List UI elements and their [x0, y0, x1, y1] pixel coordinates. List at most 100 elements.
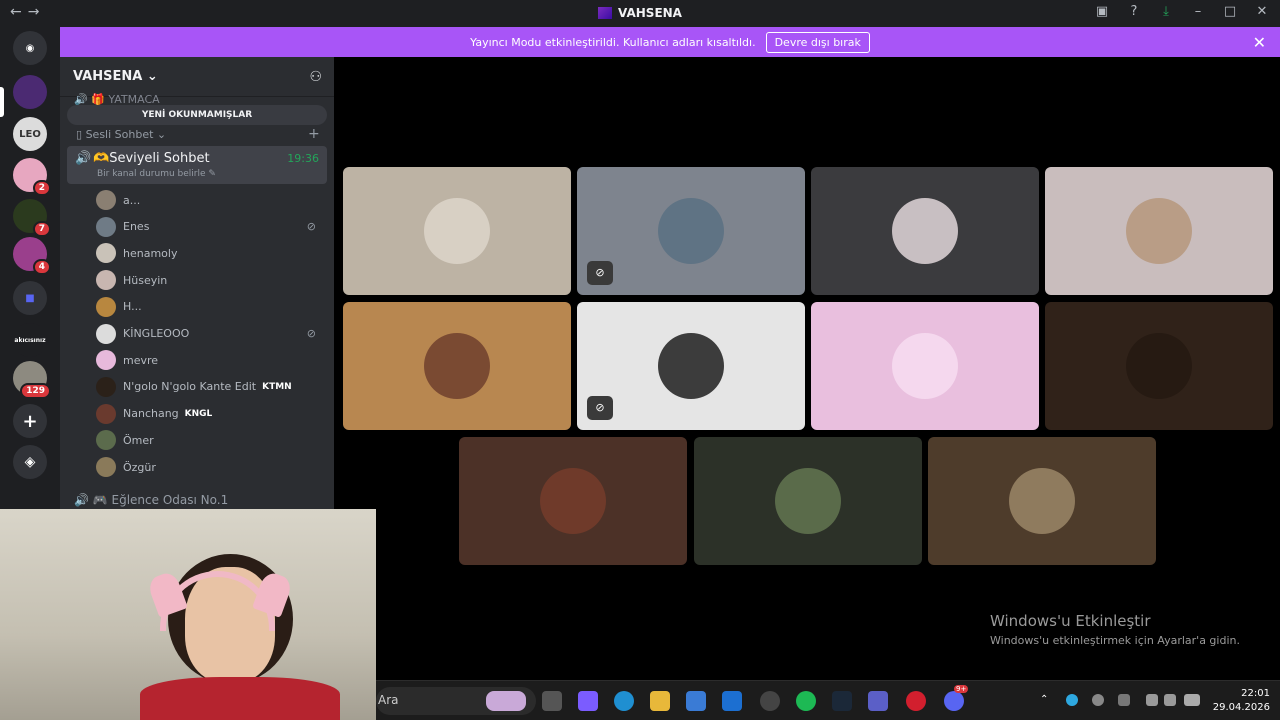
voice-user[interactable]: Hüseyin — [96, 268, 324, 292]
steam-icon[interactable] — [832, 691, 852, 711]
voice-user[interactable]: mevre — [96, 348, 324, 372]
task-view-icon[interactable] — [542, 691, 562, 711]
active-voice-channel[interactable]: 🔊 🫶Seviyeli Sohbet 19:36 Bir kanal durum… — [67, 146, 327, 184]
server-purple[interactable]: 4 — [13, 237, 51, 275]
onedrive-icon[interactable] — [1066, 694, 1078, 706]
participant-tile[interactable] — [811, 302, 1039, 430]
battery-icon[interactable] — [1184, 694, 1200, 706]
voice-user[interactable]: Ömer — [96, 428, 324, 452]
github-icon[interactable] — [760, 691, 780, 711]
voice-user[interactable]: Nanchang KNGL — [96, 402, 324, 426]
avatar — [96, 296, 116, 317]
folder-icon[interactable]: ■ — [13, 281, 47, 315]
voice-user[interactable]: henamoly — [96, 241, 324, 265]
set-status[interactable]: Bir kanal durumu belirle ✎ — [97, 169, 216, 179]
edge-icon[interactable] — [614, 691, 634, 711]
opera-icon[interactable] — [906, 691, 926, 711]
server-leo[interactable]: LEO — [13, 117, 47, 151]
server-anime[interactable]: 2 — [13, 158, 51, 196]
avatar — [658, 333, 724, 399]
spotify-icon[interactable] — [796, 691, 816, 711]
mic-muted-icon: ⊘ — [587, 261, 613, 285]
server-other[interactable]: 129 — [13, 361, 51, 399]
add-channel-icon[interactable]: + — [308, 126, 320, 142]
help-icon[interactable]: ? — [1126, 4, 1142, 19]
copilot-icon[interactable] — [578, 691, 598, 711]
voice-user[interactable]: Özgür — [96, 455, 324, 479]
channel-sidebar: VAHSENA ⌄ ⚇ 🔊 🎁 YATMACA YENİ OKUNMAMIŞLAR… — [60, 57, 334, 512]
discord-badge: 9+ — [954, 685, 969, 693]
mention-badge: 7 — [32, 221, 51, 237]
participant-tile[interactable] — [343, 167, 571, 295]
microphone-icon[interactable] — [1118, 694, 1130, 706]
avatar — [96, 403, 116, 424]
new-unread-pill[interactable]: YENİ OKUNMAMIŞLAR — [67, 105, 327, 125]
participant-tile[interactable] — [928, 437, 1156, 565]
speaker-icon: 🔊 — [75, 151, 92, 166]
avatar — [96, 350, 116, 371]
voice-user[interactable]: Enes ⊘ — [96, 215, 324, 239]
server-plant[interactable]: 7 — [13, 199, 51, 237]
webcam-overlay — [0, 509, 376, 720]
voice-channel[interactable]: 🔊 🎮 Eğlence Odası No.1 — [74, 493, 228, 507]
minimize-icon[interactable]: – — [1190, 4, 1206, 19]
volume-icon[interactable] — [1164, 694, 1176, 706]
selected-pill — [0, 87, 4, 117]
user-name: mevre — [123, 353, 159, 367]
voice-user[interactable]: a... — [96, 188, 324, 212]
avatar — [96, 323, 116, 344]
clock-date: 29.04.2026 — [1212, 702, 1270, 713]
user-name: Nanchang — [123, 407, 179, 421]
chevron-up-icon[interactable]: ⌃ — [1040, 694, 1052, 706]
wifi-icon[interactable] — [1146, 694, 1158, 706]
server-akicisiniz[interactable]: akıcısınız — [13, 323, 47, 357]
avatar — [892, 198, 958, 264]
category-header[interactable]: ▯ Sesli Sohbet ⌄ + — [76, 126, 320, 142]
activation-watermark: Windows'u Etkinleştir Windows'u etkinleş… — [990, 612, 1240, 647]
discover-icon[interactable]: ◈ — [13, 445, 47, 479]
user-name: Hüseyin — [123, 273, 168, 287]
discord-taskbar-icon[interactable]: 9+ — [944, 685, 969, 711]
user-name: H... — [123, 300, 142, 314]
participant-tile[interactable] — [459, 437, 687, 565]
mention-badge: 129 — [20, 383, 51, 399]
participant-tile[interactable] — [694, 437, 922, 565]
clock[interactable]: 22:01 29.04.2026 — [1213, 687, 1270, 715]
voice-user[interactable]: KİNGLEOOO ⊘ — [96, 322, 324, 346]
server-vahsena[interactable] — [13, 75, 47, 109]
voice-user[interactable]: H... — [96, 295, 324, 319]
participant-tile[interactable]: ⊘ — [577, 302, 805, 430]
user-name: KİNGLEOOO — [123, 327, 190, 340]
tray-app-icon[interactable] — [1092, 694, 1104, 706]
watermark-subtitle: Windows'u etkinleştirmek için Ayarlar'a … — [990, 634, 1240, 647]
server-header[interactable]: VAHSENA ⌄ ⚇ — [60, 57, 334, 97]
avatar — [775, 468, 841, 534]
clock-time: 22:01 — [1241, 688, 1270, 699]
close-icon[interactable]: ✕ — [1254, 4, 1270, 19]
mail-icon[interactable] — [722, 691, 742, 711]
close-icon[interactable]: ✕ — [1253, 33, 1266, 52]
participant-tile[interactable] — [1045, 167, 1273, 295]
participant-tile[interactable] — [343, 302, 571, 430]
download-icon[interactable]: ⤓ — [1158, 4, 1174, 19]
participant-tile[interactable]: ⊘ — [577, 167, 805, 295]
search-highlight-icon[interactable] — [486, 691, 526, 711]
add-server-icon[interactable]: + — [13, 404, 47, 438]
voice-user[interactable]: N'golo N'golo Kante Edit KTMN — [96, 375, 324, 399]
maximize-icon[interactable]: □ — [1222, 4, 1238, 19]
user-name: a... — [123, 193, 141, 207]
discord-home-icon[interactable]: ◉ — [13, 31, 47, 65]
mic-muted-icon: ⊘ — [587, 396, 613, 420]
teams-icon[interactable] — [868, 691, 888, 711]
explorer-icon[interactable] — [650, 691, 670, 711]
participant-tile[interactable] — [811, 167, 1039, 295]
disable-button[interactable]: Devre dışı bırak — [765, 31, 870, 53]
add-member-icon[interactable]: ⚇ — [309, 69, 322, 85]
participant-tile[interactable] — [1045, 302, 1273, 430]
taskbar: Ara 9+ ⌃ 22:01 29.04.2026 — [376, 680, 1280, 720]
user-tag: KNGL — [184, 408, 213, 419]
inbox-icon[interactable]: ▣ — [1094, 4, 1110, 19]
channel-name: Eğlence Odası No.1 — [111, 493, 229, 507]
avatar — [658, 198, 724, 264]
store-icon[interactable] — [686, 691, 706, 711]
